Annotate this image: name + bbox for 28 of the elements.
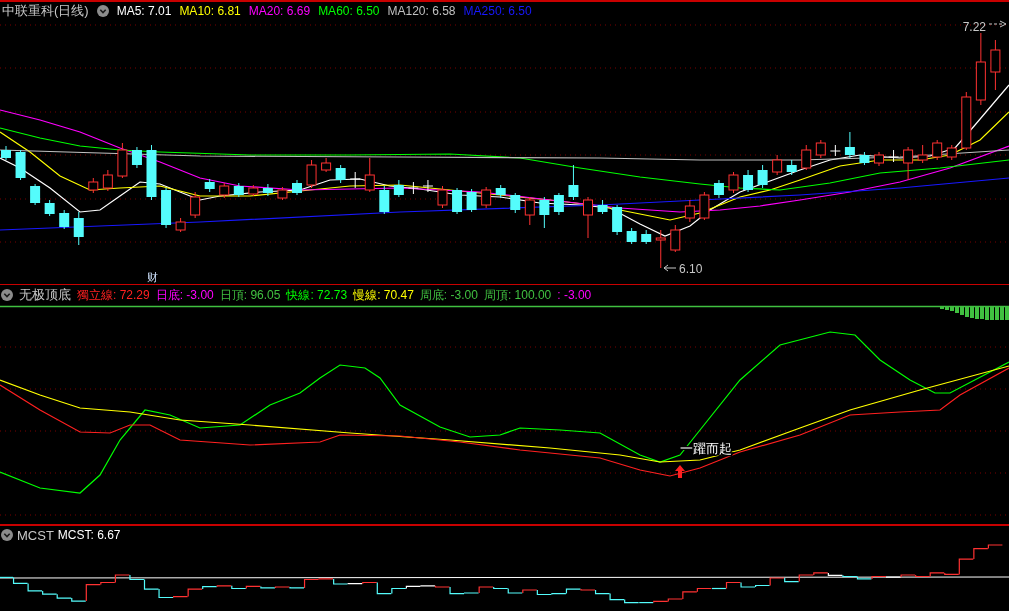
chevron-down-icon[interactable] xyxy=(1,289,13,301)
chevron-down-icon[interactable] xyxy=(1,529,13,541)
indicator-reading: : -3.00 xyxy=(557,288,592,302)
high-price-label: 7.22 xyxy=(962,20,986,34)
moving-average-reading: MA60: 6.50 xyxy=(318,4,380,18)
moving-average-reading: MA5: 7.01 xyxy=(116,4,172,18)
indicator-title: 无极顶底 xyxy=(19,286,71,304)
chevron-down-icon[interactable] xyxy=(96,5,109,17)
indicator-reading: 獨立線: 72.29 xyxy=(77,286,150,304)
indicator-reading: 慢線: 70.47 xyxy=(353,286,414,304)
signal-label: 一躍而起 xyxy=(680,441,732,456)
stock-title: 中联重科(日线) xyxy=(2,2,89,20)
moving-average-reading: MA250: 6.50 xyxy=(463,4,532,18)
up-arrow-icon xyxy=(675,465,685,478)
low-price-label: 6.10 xyxy=(679,262,703,276)
moving-average-reading: MA120: 6.58 xyxy=(387,4,456,18)
moving-average-reading: MA20: 6.69 xyxy=(248,4,311,18)
indicator-reading: 快線: 72.73 xyxy=(286,286,348,304)
indicator-reading: 日底: -3.00 xyxy=(155,286,214,304)
high-price-leader xyxy=(988,20,1007,28)
indicator-reading: 周底: -3.00 xyxy=(419,286,478,304)
cost-reading: MCST: 6.67 xyxy=(57,528,121,542)
moving-average-reading: MA10: 6.81 xyxy=(179,4,241,18)
cost-title: MCST xyxy=(17,527,54,543)
event-marker: 财 xyxy=(147,271,158,284)
low-price-leader xyxy=(663,264,677,272)
indicator-reading: 日頂: 96.05 xyxy=(219,286,281,304)
indicator-reading: 周頂: 100.00 xyxy=(483,286,552,304)
